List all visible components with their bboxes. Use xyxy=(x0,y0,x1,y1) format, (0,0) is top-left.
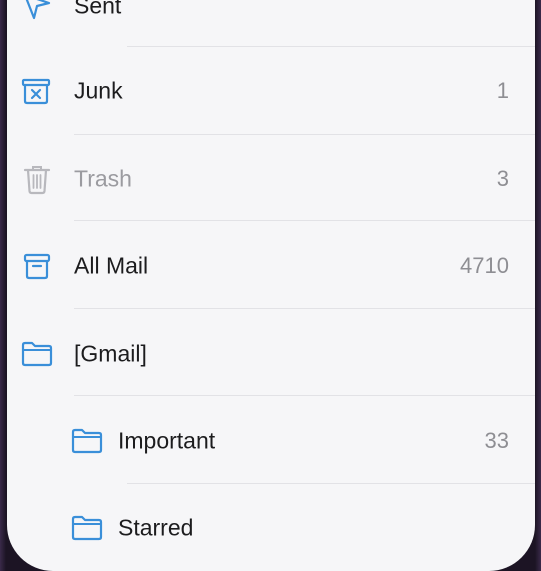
separator xyxy=(74,308,535,309)
mailbox-row-all-mail[interactable]: All Mail 4710 xyxy=(7,222,535,310)
mailbox-label: Starred xyxy=(118,514,194,541)
trash-icon xyxy=(20,162,54,196)
mailbox-row-sent[interactable]: Sent xyxy=(7,0,535,50)
mailbox-row-trash[interactable]: Trash 3 xyxy=(7,135,535,223)
junk-box-icon xyxy=(19,74,53,108)
unread-count: 4710 xyxy=(460,253,509,278)
folder-icon xyxy=(69,511,105,545)
mailbox-label: Important xyxy=(118,427,216,454)
unread-count: 3 xyxy=(496,166,509,191)
unread-count: 33 xyxy=(484,428,509,453)
mailbox-label: Sent xyxy=(74,0,122,19)
mailbox-row-gmail[interactable]: [Gmail] xyxy=(7,310,535,398)
mailbox-list-screen: Sent Junk 1 Trash 3 All Mail 4710 [Gmail… xyxy=(7,0,535,571)
separator xyxy=(74,395,535,396)
mailbox-label: [Gmail] xyxy=(74,340,147,367)
separator xyxy=(74,220,535,221)
mailbox-label: Junk xyxy=(74,77,123,104)
folder-icon xyxy=(69,424,105,458)
mailbox-label: Trash xyxy=(74,165,132,192)
mailbox-label: All Mail xyxy=(74,252,149,279)
folder-icon xyxy=(19,337,55,371)
unread-count: 1 xyxy=(496,78,509,103)
mailbox-row-important[interactable]: Important 33 xyxy=(7,397,535,485)
paperplane-icon xyxy=(20,0,54,23)
mailbox-row-junk[interactable]: Junk 1 xyxy=(7,47,535,135)
mailbox-row-starred[interactable]: Starred xyxy=(7,484,535,571)
archive-box-icon xyxy=(20,249,54,283)
